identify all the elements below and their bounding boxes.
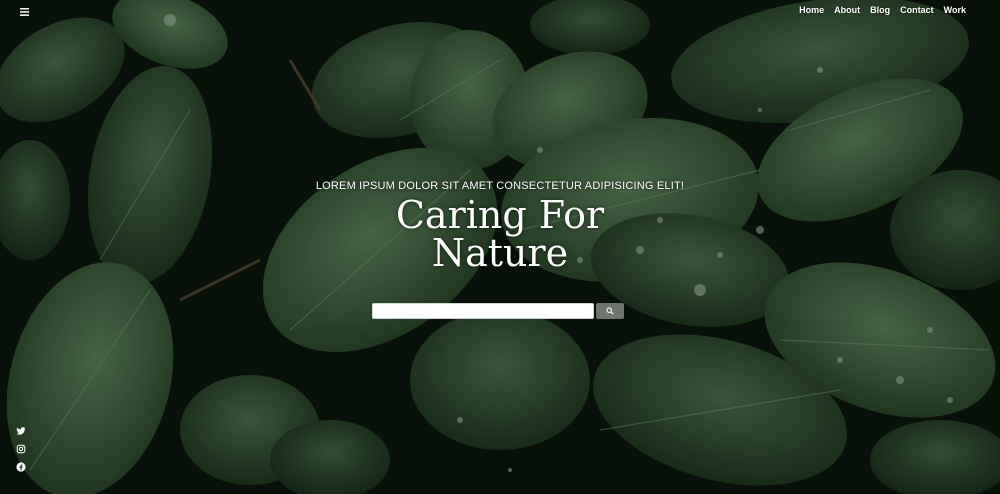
hero-title-line-1: Caring For xyxy=(395,193,605,237)
hero-title-line-2: Nature xyxy=(431,231,569,275)
social-links xyxy=(16,423,26,472)
nav-link-work[interactable]: Work xyxy=(944,5,966,15)
twitter-icon[interactable] xyxy=(16,423,26,435)
nav-link-blog[interactable]: Blog xyxy=(870,5,890,15)
search-bar xyxy=(372,303,624,319)
menu-toggle-button[interactable] xyxy=(18,6,30,18)
hamburger-icon xyxy=(19,8,29,16)
hero-title: Caring For Nature xyxy=(0,196,1000,272)
search-button[interactable] xyxy=(596,303,624,319)
instagram-icon[interactable] xyxy=(16,441,26,454)
search-input[interactable] xyxy=(372,303,594,319)
top-navigation: Home About Blog Contact Work xyxy=(799,5,966,15)
search-icon xyxy=(606,307,614,315)
nav-link-home[interactable]: Home xyxy=(799,5,824,15)
hero-section: LOREM IPSUM DOLOR SIT AMET CONSECTETUR A… xyxy=(0,180,1000,272)
nav-link-contact[interactable]: Contact xyxy=(900,5,934,15)
hero-tagline: LOREM IPSUM DOLOR SIT AMET CONSECTETUR A… xyxy=(315,180,685,192)
facebook-icon[interactable] xyxy=(16,459,26,472)
nav-link-about[interactable]: About xyxy=(834,5,860,15)
